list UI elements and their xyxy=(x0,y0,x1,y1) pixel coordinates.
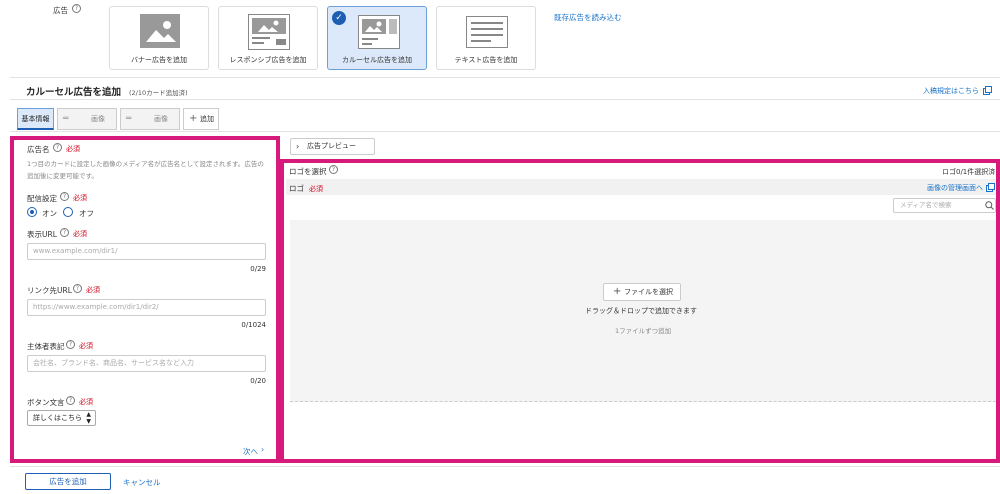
display-url-counter: 0/29 xyxy=(250,265,266,273)
tab-image-1[interactable]: ═ 画像 xyxy=(57,108,117,130)
help-icon[interactable]: ? xyxy=(73,284,82,293)
link-url-counter: 0/1024 xyxy=(241,321,266,329)
required-badge: 必須 xyxy=(73,230,87,238)
search-placeholder: メディア名で検索 xyxy=(900,201,952,209)
divider xyxy=(10,99,1000,100)
entry-rule-link[interactable]: 入稿規定はこちら xyxy=(923,86,979,96)
chevron-right-icon: › xyxy=(296,142,300,151)
help-icon[interactable]: ? xyxy=(66,340,75,349)
responsive-ad-label: レスポンシブ広告を追加 xyxy=(229,56,307,64)
principal-label: 主体者表記 xyxy=(27,342,65,351)
text-ad-card[interactable]: テキスト広告を追加 xyxy=(436,6,536,70)
tab-label: 画像 xyxy=(91,115,105,123)
banner-ad-card[interactable]: バナー広告を追加 xyxy=(109,6,209,70)
link-url-label: リンク先URL xyxy=(27,286,72,295)
ad-name-description: 1つ目のカードに設定した画像のメディア名が広告名として設定されます。広告の追加後… xyxy=(27,160,264,180)
image-manage-link[interactable]: 画像の管理画面へ xyxy=(927,183,983,193)
display-url-input[interactable]: www.example.com/dir1/ xyxy=(27,243,266,260)
delivery-off-radio[interactable] xyxy=(63,207,73,217)
banner-ad-label: バナー広告を追加 xyxy=(131,56,187,64)
add-ad-label: 広告を追加 xyxy=(49,477,87,486)
external-link-icon[interactable] xyxy=(983,86,992,95)
ad-preview-button[interactable]: › 広告プレビュー xyxy=(290,138,375,155)
delivery-on-radio[interactable] xyxy=(27,207,37,217)
one-file-note: 1ファイルずつ追加 xyxy=(615,327,672,335)
logo-header-bar xyxy=(286,179,996,195)
page-title: カルーセル広告を追加 xyxy=(26,87,122,98)
delivery-on-label: オン xyxy=(42,209,57,218)
preview-label: 広告プレビュー xyxy=(307,142,356,150)
tab-add[interactable]: + 追加 xyxy=(183,108,219,130)
next-link[interactable]: 次へ xyxy=(243,446,258,457)
chevron-right-icon[interactable]: › xyxy=(261,445,264,454)
ad-name-label: 広告名 xyxy=(27,145,50,154)
image-placeholder-icon xyxy=(140,14,180,48)
checkmark-icon: ✓ xyxy=(332,11,346,25)
link-url-input[interactable]: https://www.example.com/dir1/dir2/ xyxy=(27,299,266,316)
select-file-button[interactable]: + ファイルを選択 xyxy=(603,283,681,301)
logo-label: ロゴ xyxy=(289,184,304,193)
help-icon[interactable]: ? xyxy=(66,396,75,405)
responsive-layout-icon xyxy=(248,14,290,50)
drag-handle-icon[interactable]: ═ xyxy=(126,109,131,129)
card-count: (2/10カード追加済) xyxy=(129,89,188,97)
load-existing-ad-link[interactable]: 既存広告を読み込む xyxy=(554,12,622,23)
button-text-select[interactable]: 詳しくはこちら ▲ ▼ xyxy=(27,410,96,426)
logo-select-label: ロゴを選択 xyxy=(289,167,327,176)
drag-handle-icon[interactable]: ═ xyxy=(63,109,68,129)
required-badge: 必須 xyxy=(79,398,93,406)
help-icon[interactable]: ? xyxy=(72,4,81,13)
help-icon[interactable]: ? xyxy=(60,228,69,237)
principal-counter: 0/20 xyxy=(250,377,266,385)
principal-input[interactable]: 会社名、ブランド名、商品名、サービス名など入力 xyxy=(27,355,266,372)
cancel-link[interactable]: キャンセル xyxy=(123,477,161,488)
search-icon[interactable] xyxy=(985,201,994,210)
radio-dot xyxy=(30,210,34,214)
help-icon[interactable]: ? xyxy=(53,143,62,152)
divider xyxy=(10,131,1000,132)
display-url-label: 表示URL xyxy=(27,230,57,239)
select-file-label: ファイルを選択 xyxy=(624,288,673,296)
divider xyxy=(10,466,1000,467)
tab-basic-info[interactable]: 基本情報 xyxy=(17,108,54,130)
tab-image-2[interactable]: ═ 画像 xyxy=(120,108,180,130)
help-icon[interactable]: ? xyxy=(60,192,69,201)
plus-icon: + xyxy=(613,286,622,297)
carousel-ad-card[interactable]: ✓ カルーセル広告を追加 xyxy=(327,6,427,70)
updown-arrow-icon: ▲ ▼ xyxy=(86,411,91,425)
required-badge: 必須 xyxy=(66,145,80,153)
tab-label: 基本情報 xyxy=(21,115,50,123)
media-search-input[interactable]: メディア名で検索 xyxy=(893,198,996,213)
add-ad-button[interactable]: 広告を追加 xyxy=(25,473,111,490)
tab-label: 画像 xyxy=(154,115,168,123)
drop-instruction: ドラッグ＆ドロップで追加できます xyxy=(585,307,697,315)
button-text-value: 詳しくはこちら xyxy=(33,414,82,422)
ad-type-label: 広告 xyxy=(53,6,68,15)
logo-count: ロゴ0/1件選択済 xyxy=(942,168,996,176)
required-badge: 必須 xyxy=(73,194,87,202)
delivery-label: 配信設定 xyxy=(27,194,57,203)
external-link-icon[interactable] xyxy=(986,183,995,192)
carousel-layout-icon xyxy=(358,15,400,49)
required-badge: 必須 xyxy=(309,185,323,193)
carousel-ad-label: カルーセル広告を追加 xyxy=(342,56,412,64)
required-badge: 必須 xyxy=(79,342,93,350)
divider xyxy=(10,77,1000,78)
button-text-label: ボタン文言 xyxy=(27,398,65,407)
required-badge: 必須 xyxy=(86,286,100,294)
delivery-off-label: オフ xyxy=(79,209,94,218)
help-icon[interactable]: ? xyxy=(329,165,338,174)
responsive-ad-card[interactable]: レスポンシブ広告を追加 xyxy=(218,6,318,70)
plus-icon: + xyxy=(189,113,198,124)
text-ad-label: テキスト広告を追加 xyxy=(454,56,518,64)
tab-label: 追加 xyxy=(200,115,214,123)
text-layout-icon xyxy=(466,16,508,48)
